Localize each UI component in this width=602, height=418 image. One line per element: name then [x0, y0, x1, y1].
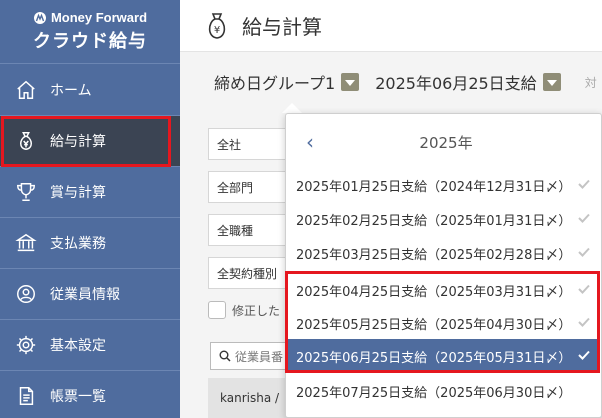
- dropdown-pointer: [282, 103, 302, 113]
- check-icon: [578, 317, 590, 327]
- check-icon: [578, 284, 590, 294]
- home-icon: [14, 78, 38, 102]
- payday-dropdown-button[interactable]: [542, 73, 561, 91]
- sidebar-item-label: 従業員情報: [50, 287, 120, 303]
- check-icon: [578, 213, 590, 223]
- payday-option-label: 2025年01月25日支給（2024年12月31日〆）: [296, 179, 572, 195]
- extra-label: 対: [584, 75, 597, 90]
- sidebar-item-bonus[interactable]: 賞与計算: [0, 167, 180, 218]
- page-title: 給与計算: [242, 15, 322, 39]
- brand-line2: クラウド給与: [33, 31, 147, 52]
- payday-option[interactable]: 2025年04月25日支給（2025年03月31日〆）: [287, 273, 599, 307]
- gear-icon: [14, 333, 38, 357]
- payday-option-label: 2025年04月25日支給（2025年03月31日〆）: [296, 284, 572, 300]
- check-icon: [578, 350, 590, 360]
- brand-logo[interactable]: Money Forward クラウド給与: [0, 0, 180, 64]
- search-icon: [219, 350, 231, 362]
- payday-option-label: 2025年02月25日支給（2025年01月31日〆）: [296, 213, 572, 229]
- payday-option-label: 2025年05月25日支給（2025年04月30日〆）: [296, 317, 572, 333]
- payday-label: 2025年06月25日支給: [375, 74, 537, 93]
- closing-group-label: 締め日グループ1: [214, 74, 336, 93]
- payday-option[interactable]: 2025年05月25日支給（2025年04月30日〆）: [287, 306, 599, 340]
- payday-dropdown-menu: ‹ 2025年 2025年01月25日支給（2024年12月31日〆） 2025…: [285, 113, 602, 418]
- sidebar-item-label: 給与計算: [50, 134, 106, 150]
- table-cell: kanrisha /: [220, 391, 280, 405]
- payday-option-label: 2025年06月25日支給（2025年05月31日〆）: [296, 350, 572, 366]
- brand-line1: Money Forward: [50, 10, 148, 25]
- sidebar: Money Forward クラウド給与 ホーム 給与計算 賞与計算 支払業務 …: [0, 0, 180, 418]
- sidebar-item-settings[interactable]: 基本設定: [0, 320, 180, 371]
- payday-option[interactable]: 2025年01月25日支給（2024年12月31日〆）: [287, 168, 599, 202]
- sidebar-item-label: 帳票一覧: [50, 389, 106, 405]
- sidebar-item-label: 賞与計算: [50, 185, 106, 201]
- money-bag-icon: [14, 129, 38, 153]
- dropdown-year-label: 2025年: [419, 133, 473, 152]
- trophy-icon: [14, 180, 38, 204]
- modified-checkbox[interactable]: [208, 301, 226, 319]
- sidebar-item-label: 基本設定: [50, 338, 106, 354]
- sidebar-item-payroll[interactable]: 給与計算: [0, 116, 180, 167]
- group-dropdown-button[interactable]: [341, 73, 360, 91]
- sidebar-item-label: ホーム: [50, 83, 92, 99]
- user-icon: [14, 282, 38, 306]
- check-icon: [578, 247, 590, 257]
- group-selector-bar: 締め日グループ1 2025年06月25日支給 対: [180, 52, 602, 112]
- money-forward-logo-icon: [33, 11, 46, 24]
- payday-option-label: 2025年07月25日支給（2025年06月30日〆）: [296, 385, 572, 401]
- sidebar-item-documents[interactable]: 帳票一覧: [0, 371, 180, 418]
- modified-checkbox-label: 修正した: [232, 303, 281, 318]
- document-icon: [14, 384, 38, 408]
- sidebar-item-home[interactable]: ホーム: [0, 65, 180, 116]
- payday-option[interactable]: 2025年03月25日支給（2025年02月28日〆）: [287, 236, 599, 270]
- payday-option[interactable]: 2025年02月25日支給（2025年01月31日〆）: [287, 202, 599, 236]
- page-header: ¥ 給与計算: [180, 0, 602, 52]
- search-placeholder: 従業員番: [235, 349, 284, 364]
- check-icon: [578, 179, 590, 189]
- payday-option-selected[interactable]: 2025年06月25日支給（2025年05月31日〆）: [287, 339, 599, 373]
- sidebar-item-label: 支払業務: [50, 236, 106, 252]
- sidebar-item-payments[interactable]: 支払業務: [0, 218, 180, 269]
- bank-icon: [14, 231, 38, 255]
- svg-text:¥: ¥: [214, 25, 220, 36]
- modified-filter[interactable]: 修正した: [208, 301, 280, 319]
- money-bag-icon: ¥: [208, 12, 226, 39]
- sidebar-item-employees[interactable]: 従業員情報: [0, 269, 180, 320]
- payday-option-label: 2025年03月25日支給（2025年02月28日〆）: [296, 247, 572, 263]
- payday-option[interactable]: 2025年07月25日支給（2025年06月30日〆）: [287, 374, 599, 408]
